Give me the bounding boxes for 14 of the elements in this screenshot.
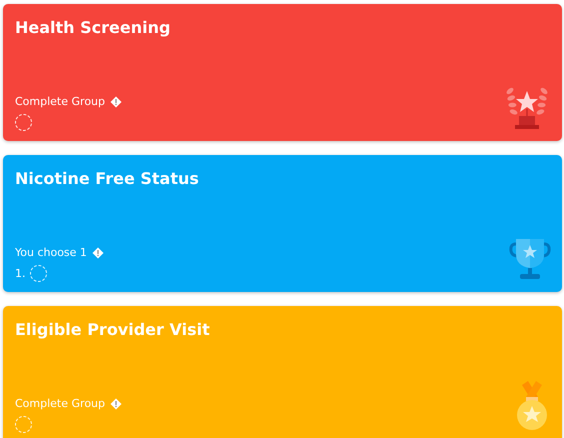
info-icon[interactable] <box>110 96 122 108</box>
requirement-label: Complete Group <box>15 397 105 410</box>
item-number: 1. <box>15 267 26 280</box>
task-card[interactable]: Health Screening Complete Group <box>3 4 562 141</box>
info-icon[interactable] <box>92 246 104 258</box>
info-icon[interactable] <box>110 398 122 410</box>
task-card[interactable]: Eligible Provider Visit Complete Group <box>3 306 562 438</box>
requirement-label: You choose 1 <box>15 246 87 259</box>
card-title: Nicotine Free Status <box>15 169 200 188</box>
trophy-icon <box>508 236 552 282</box>
card-title: Health Screening <box>15 18 172 37</box>
requirement-label: Complete Group <box>15 95 105 108</box>
task-card[interactable]: Nicotine Free Status You choose 1 1. <box>3 155 562 292</box>
card-title: Eligible Provider Visit <box>15 320 211 339</box>
